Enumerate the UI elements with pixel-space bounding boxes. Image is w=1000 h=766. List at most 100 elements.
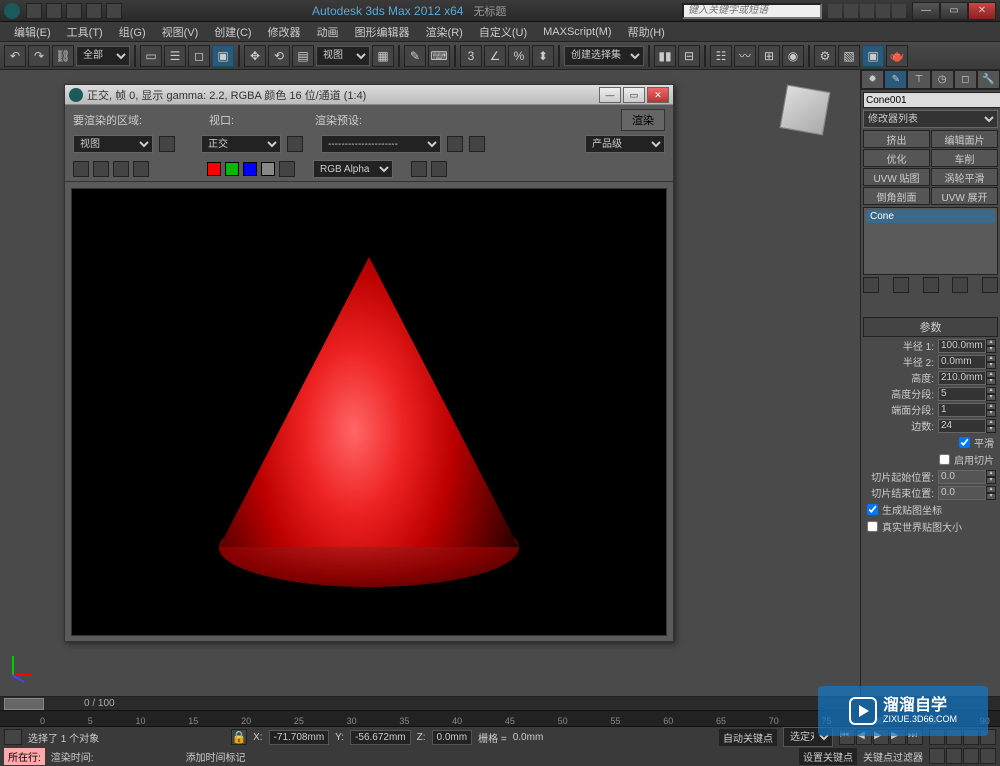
- spinner-up-icon[interactable]: ▴: [986, 339, 996, 346]
- close-button[interactable]: ✕: [968, 2, 996, 20]
- tab-display-icon[interactable]: ◻: [954, 70, 977, 89]
- nav-icon[interactable]: [963, 748, 979, 764]
- mod-slice[interactable]: 倒角剖面: [863, 187, 930, 205]
- teapot-icon[interactable]: 🫖: [886, 45, 908, 67]
- qat-btn[interactable]: [26, 3, 42, 19]
- named-selection-set[interactable]: 创建选择集: [564, 46, 644, 66]
- select-name-icon[interactable]: ☰: [164, 45, 186, 67]
- maxscript-mini-icon[interactable]: [4, 729, 22, 745]
- spinner-down-icon[interactable]: ▾: [986, 346, 996, 353]
- genmap-checkbox[interactable]: [867, 504, 878, 515]
- modifier-stack[interactable]: Cone: [863, 207, 998, 275]
- setkey-button[interactable]: 设置关键点: [799, 748, 857, 765]
- angle-snap-icon[interactable]: ∠: [484, 45, 506, 67]
- align-icon[interactable]: ⊟: [678, 45, 700, 67]
- hseg-input[interactable]: [938, 387, 986, 401]
- menu-tools[interactable]: 工具(T): [59, 22, 111, 42]
- print-icon[interactable]: [113, 161, 129, 177]
- menu-help[interactable]: 帮助(H): [620, 22, 673, 42]
- render-prod-icon[interactable]: ▣: [862, 45, 884, 67]
- nav-icon[interactable]: [929, 748, 945, 764]
- menu-group[interactable]: 组(G): [111, 22, 154, 42]
- percent-snap-icon[interactable]: %: [508, 45, 530, 67]
- curve-editor-icon[interactable]: 〰: [734, 45, 756, 67]
- channel-select[interactable]: RGB Alpha: [313, 160, 393, 178]
- info-btn[interactable]: [860, 4, 874, 18]
- move-icon[interactable]: ✥: [244, 45, 266, 67]
- coord-z[interactable]: 0.0mm: [432, 730, 473, 745]
- menu-grapheditors[interactable]: 图形编辑器: [347, 22, 418, 42]
- region-icon[interactable]: [159, 136, 175, 152]
- mod-extrude[interactable]: 挤出: [863, 130, 930, 148]
- mod-turbosmooth[interactable]: 涡轮平滑: [931, 168, 998, 186]
- minimize-button[interactable]: —: [912, 2, 940, 20]
- toggle-icon[interactable]: [431, 161, 447, 177]
- qat-btn[interactable]: [86, 3, 102, 19]
- app-icon[interactable]: [4, 3, 20, 19]
- keymode-icon[interactable]: ⌨: [428, 45, 450, 67]
- tab-hierarchy-icon[interactable]: ⊤: [907, 70, 930, 89]
- menu-edit[interactable]: 编辑(E): [6, 22, 59, 42]
- mod-lathe[interactable]: 车削: [931, 149, 998, 167]
- scale-icon[interactable]: ▤: [292, 45, 314, 67]
- manip-icon[interactable]: ✎: [404, 45, 426, 67]
- help-search-input[interactable]: [682, 3, 822, 19]
- tab-modify-icon[interactable]: ✎: [884, 70, 907, 89]
- swatch-red[interactable]: [207, 162, 221, 176]
- stack-unique-icon[interactable]: [923, 277, 939, 293]
- menu-customize[interactable]: 自定义(U): [471, 22, 535, 42]
- link-icon[interactable]: ⛓: [52, 45, 74, 67]
- menu-rendering[interactable]: 渲染(R): [418, 22, 471, 42]
- menu-animation[interactable]: 动画: [309, 22, 347, 42]
- stack-config-icon[interactable]: [982, 277, 998, 293]
- stack-item-cone[interactable]: Cone: [866, 210, 995, 223]
- rw-minimize-button[interactable]: —: [599, 87, 621, 103]
- viewport-select[interactable]: 正交: [201, 135, 281, 153]
- info-btn[interactable]: [876, 4, 890, 18]
- clear-icon[interactable]: [133, 161, 149, 177]
- radius1-input[interactable]: [938, 339, 986, 353]
- info-btn[interactable]: [892, 4, 906, 18]
- preset-load-icon[interactable]: [469, 136, 485, 152]
- menu-maxscript[interactable]: MAXScript(M): [535, 24, 619, 40]
- qat-btn[interactable]: [106, 3, 122, 19]
- menu-create[interactable]: 创建(C): [206, 22, 259, 42]
- smooth-checkbox[interactable]: [959, 437, 970, 448]
- material-editor-icon[interactable]: ◉: [782, 45, 804, 67]
- render-preset-select[interactable]: ---------------------: [321, 135, 441, 153]
- cseg-input[interactable]: [938, 403, 986, 417]
- maximize-button[interactable]: ▭: [940, 2, 968, 20]
- schematic-icon[interactable]: ⊞: [758, 45, 780, 67]
- sides-input[interactable]: [938, 419, 986, 433]
- render-window-titlebar[interactable]: 正交, 帧 0, 显示 gamma: 2.2, RGBA 颜色 16 位/通道 …: [65, 85, 673, 105]
- snap-icon[interactable]: 3: [460, 45, 482, 67]
- autokey-button[interactable]: 自动关键点: [719, 729, 777, 746]
- layers-icon[interactable]: ☷: [710, 45, 732, 67]
- preset-save-icon[interactable]: [447, 136, 463, 152]
- rotate-icon[interactable]: ⟲: [268, 45, 290, 67]
- stack-remove-icon[interactable]: [952, 277, 968, 293]
- swatch-blue[interactable]: [243, 162, 257, 176]
- nav-icon[interactable]: [946, 748, 962, 764]
- production-select[interactable]: 产品级: [585, 135, 665, 153]
- selection-filter[interactable]: 全部: [76, 46, 130, 66]
- modifier-list-select[interactable]: 修改器列表: [863, 110, 998, 128]
- lock-selection-icon[interactable]: 🔒: [231, 729, 247, 745]
- render-setup-icon[interactable]: ⚙: [814, 45, 836, 67]
- height-input[interactable]: [938, 371, 986, 385]
- stack-show-icon[interactable]: [893, 277, 909, 293]
- menu-views[interactable]: 视图(V): [154, 22, 207, 42]
- mod-optimize[interactable]: 优化: [863, 149, 930, 167]
- slice-on-checkbox[interactable]: [939, 454, 950, 465]
- swatch-green[interactable]: [225, 162, 239, 176]
- info-btn[interactable]: [844, 4, 858, 18]
- render-button[interactable]: 渲染: [621, 109, 665, 131]
- pivot-icon[interactable]: ▦: [372, 45, 394, 67]
- addmarker-label[interactable]: 添加时间标记: [186, 749, 246, 764]
- area-to-render-select[interactable]: 视图: [73, 135, 153, 153]
- nav-icon[interactable]: [980, 748, 996, 764]
- redo-icon[interactable]: ↷: [28, 45, 50, 67]
- rollout-params-header[interactable]: 参数: [863, 317, 998, 337]
- object-name-input[interactable]: [863, 92, 1000, 108]
- time-slider-thumb[interactable]: [4, 698, 44, 710]
